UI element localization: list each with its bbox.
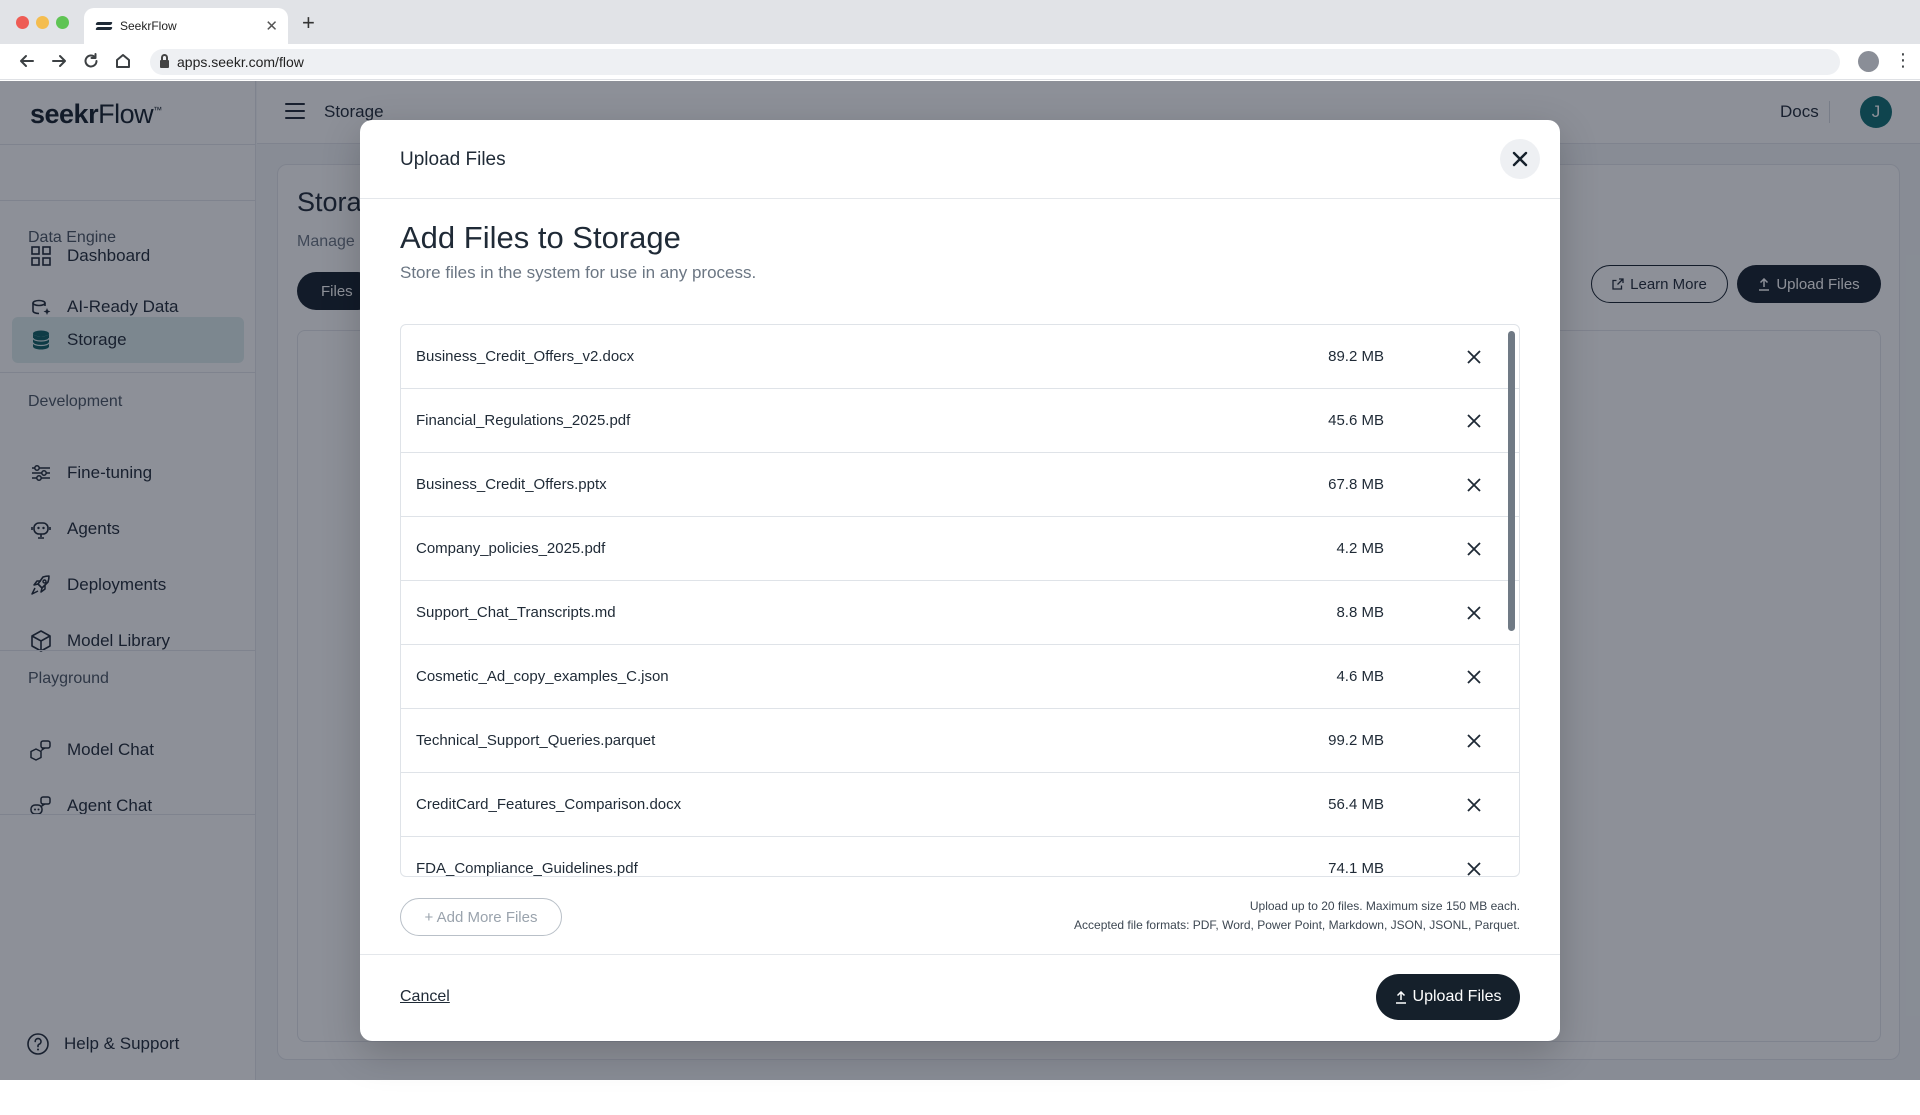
file-name: FDA_Compliance_Guidelines.pdf — [416, 860, 638, 877]
browser-tab-bar: SeekrFlow ✕ + — [0, 0, 1920, 44]
browser-profile-icon[interactable] — [1858, 51, 1879, 72]
new-tab-icon[interactable]: + — [302, 12, 315, 34]
x-icon — [1467, 477, 1481, 492]
x-icon — [1467, 733, 1481, 748]
tab-title: SeekrFlow — [120, 19, 177, 33]
x-icon — [1467, 413, 1481, 428]
list-item: Cosmetic_Ad_copy_examples_C.json 4.6 MB — [401, 645, 1519, 709]
list-item: FDA_Compliance_Guidelines.pdf 74.1 MB — [401, 837, 1519, 877]
file-size: 8.8 MB — [1336, 604, 1384, 621]
url-field[interactable]: apps.seekr.com/flow — [150, 49, 1840, 75]
x-icon — [1467, 861, 1481, 876]
back-icon[interactable] — [18, 52, 36, 74]
address-bar-row: apps.seekr.com/flow — [0, 44, 1920, 80]
file-size: 67.8 MB — [1328, 476, 1384, 493]
file-list-scrollbar[interactable] — [1508, 331, 1515, 631]
list-item: Business_Credit_Offers.pptx 67.8 MB — [401, 453, 1519, 517]
close-icon — [1512, 151, 1528, 167]
x-icon — [1467, 349, 1481, 364]
window-minimize-dot[interactable] — [36, 16, 49, 29]
file-name: Business_Credit_Offers.pptx — [416, 476, 607, 493]
list-item: Support_Chat_Transcripts.md 8.8 MB — [401, 581, 1519, 645]
file-name: Business_Credit_Offers_v2.docx — [416, 348, 635, 365]
url-text: apps.seekr.com/flow — [177, 54, 304, 70]
file-name: Company_policies_2025.pdf — [416, 540, 606, 557]
reload-icon[interactable] — [82, 52, 100, 74]
home-icon[interactable] — [114, 52, 132, 74]
remove-file-button[interactable] — [1462, 665, 1486, 689]
file-name: Support_Chat_Transcripts.md — [416, 604, 616, 621]
remove-file-button[interactable] — [1462, 537, 1486, 561]
file-size: 74.1 MB — [1328, 860, 1384, 877]
file-size: 99.2 MB — [1328, 732, 1384, 749]
forward-icon[interactable] — [50, 52, 68, 74]
modal-header: Upload Files — [360, 120, 1560, 199]
x-icon — [1467, 541, 1481, 556]
list-item: CreditCard_Features_Comparison.docx 56.4… — [401, 773, 1519, 837]
browser-tab[interactable]: SeekrFlow ✕ — [84, 8, 288, 44]
list-item: Technical_Support_Queries.parquet 99.2 M… — [401, 709, 1519, 773]
file-name: Technical_Support_Queries.parquet — [416, 732, 656, 749]
file-name: Financial_Regulations_2025.pdf — [416, 412, 631, 429]
file-name: CreditCard_Features_Comparison.docx — [416, 796, 682, 813]
file-list: Business_Credit_Offers_v2.docx 89.2 MB F… — [400, 324, 1520, 877]
remove-file-button[interactable] — [1462, 729, 1486, 753]
x-icon — [1467, 605, 1481, 620]
list-item: Company_policies_2025.pdf 4.2 MB — [401, 517, 1519, 581]
file-size: 89.2 MB — [1328, 348, 1384, 365]
x-icon — [1467, 669, 1481, 684]
x-icon — [1467, 797, 1481, 812]
browser-menu-icon[interactable]: ⋮ — [1894, 50, 1912, 71]
lock-icon — [160, 53, 169, 68]
remove-file-button[interactable] — [1462, 473, 1486, 497]
upload-limit-hint: Upload up to 20 files. Maximum size 150 … — [1249, 899, 1520, 913]
modal-subheading: Store files in the system for use in any… — [400, 263, 757, 282]
close-modal-button[interactable] — [1500, 139, 1540, 179]
remove-file-button[interactable] — [1462, 793, 1486, 817]
modal-heading: Add Files to Storage — [400, 220, 681, 255]
file-size: 45.6 MB — [1328, 412, 1384, 429]
upload-icon — [1395, 990, 1406, 1004]
add-more-files-button[interactable]: + Add More Files — [400, 898, 562, 936]
cancel-button[interactable]: Cancel — [400, 988, 450, 1006]
modal-title: Upload Files — [400, 149, 506, 170]
divider — [360, 954, 1560, 955]
file-size: 4.6 MB — [1336, 668, 1384, 685]
list-item: Financial_Regulations_2025.pdf 45.6 MB — [401, 389, 1519, 453]
remove-file-button[interactable] — [1462, 857, 1486, 877]
favicon-icon — [95, 20, 113, 32]
window-close-dot[interactable] — [16, 16, 29, 29]
upload-files-button[interactable]: Upload Files — [1376, 974, 1520, 1020]
file-size: 4.2 MB — [1336, 540, 1384, 557]
file-name: Cosmetic_Ad_copy_examples_C.json — [416, 668, 669, 685]
remove-file-button[interactable] — [1462, 345, 1486, 369]
remove-file-button[interactable] — [1462, 409, 1486, 433]
window-maximize-dot[interactable] — [56, 16, 69, 29]
tab-close-icon[interactable]: ✕ — [265, 17, 278, 35]
accepted-formats-hint: Accepted file formats: PDF, Word, Power … — [1074, 918, 1520, 932]
upload-files-modal: Upload Files Add Files to Storage Store … — [360, 120, 1560, 1041]
list-item: Business_Credit_Offers_v2.docx 89.2 MB — [401, 325, 1519, 389]
remove-file-button[interactable] — [1462, 601, 1486, 625]
file-size: 56.4 MB — [1328, 796, 1384, 813]
